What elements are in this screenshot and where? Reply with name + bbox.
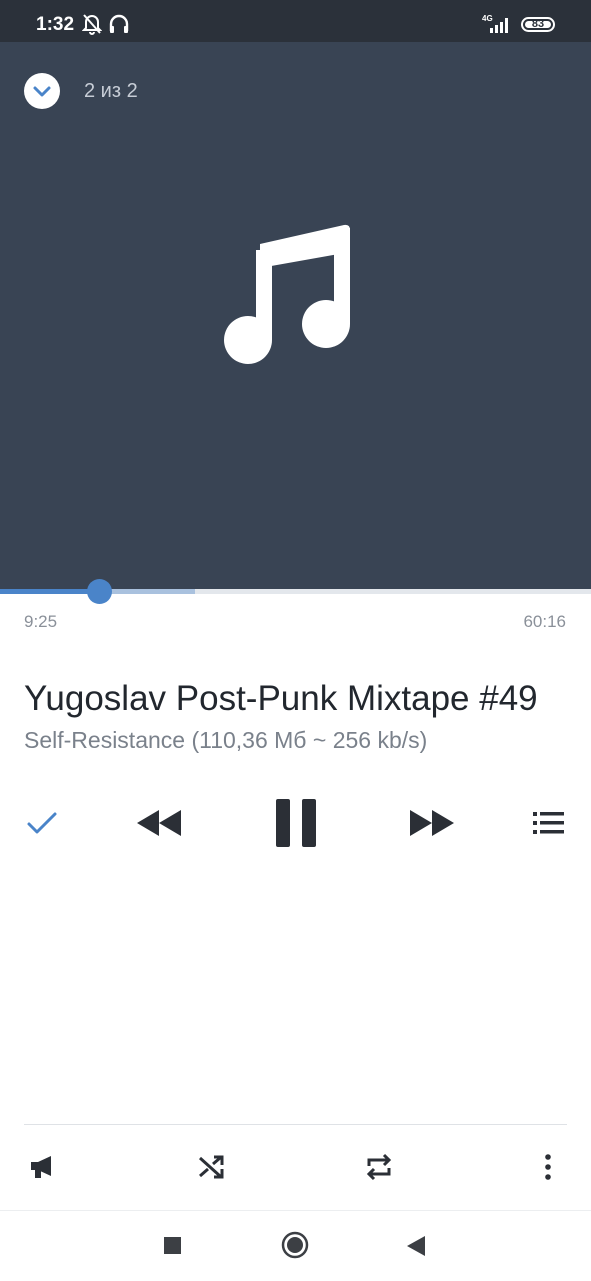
chevron-down-icon — [33, 86, 51, 97]
battery-indicator: 83 — [521, 17, 555, 32]
collapse-player-button[interactable] — [24, 73, 60, 109]
divider — [24, 1124, 567, 1125]
checkmark-icon[interactable] — [26, 810, 58, 836]
status-bar: 1:32 4G 83 — [0, 0, 591, 42]
headphones-icon — [109, 14, 129, 33]
pause-icon[interactable] — [275, 799, 317, 847]
recent-apps-icon[interactable] — [163, 1236, 183, 1256]
track-title: Yugoslav Post-Punk Mixtape #49 — [24, 679, 538, 718]
megaphone-icon[interactable] — [29, 1154, 57, 1180]
bell-off-icon — [82, 14, 102, 35]
rewind-icon[interactable] — [135, 808, 183, 838]
track-subtitle: Self-Resistance (110,36 Мб ~ 256 kb/s) — [24, 727, 428, 753]
fast-forward-icon[interactable] — [408, 808, 456, 838]
shuffle-icon[interactable] — [197, 1154, 225, 1180]
system-navigation-bar — [0, 1210, 591, 1281]
battery-level: 83 — [531, 18, 545, 30]
music-note-icon — [224, 224, 350, 364]
home-icon[interactable] — [281, 1231, 309, 1259]
signal-icon — [490, 18, 508, 33]
track-counter: 2 из 2 — [84, 80, 138, 102]
total-time: 60:16 — [523, 612, 566, 631]
repeat-icon[interactable] — [365, 1152, 393, 1182]
status-time: 1:32 — [36, 14, 75, 35]
more-vertical-icon[interactable] — [543, 1154, 553, 1180]
elapsed-time: 9:25 — [24, 612, 58, 631]
seek-handle[interactable] — [86, 579, 112, 604]
playlist-icon[interactable] — [533, 811, 565, 835]
progress-bar-fill — [0, 589, 99, 594]
back-icon[interactable] — [405, 1234, 427, 1258]
